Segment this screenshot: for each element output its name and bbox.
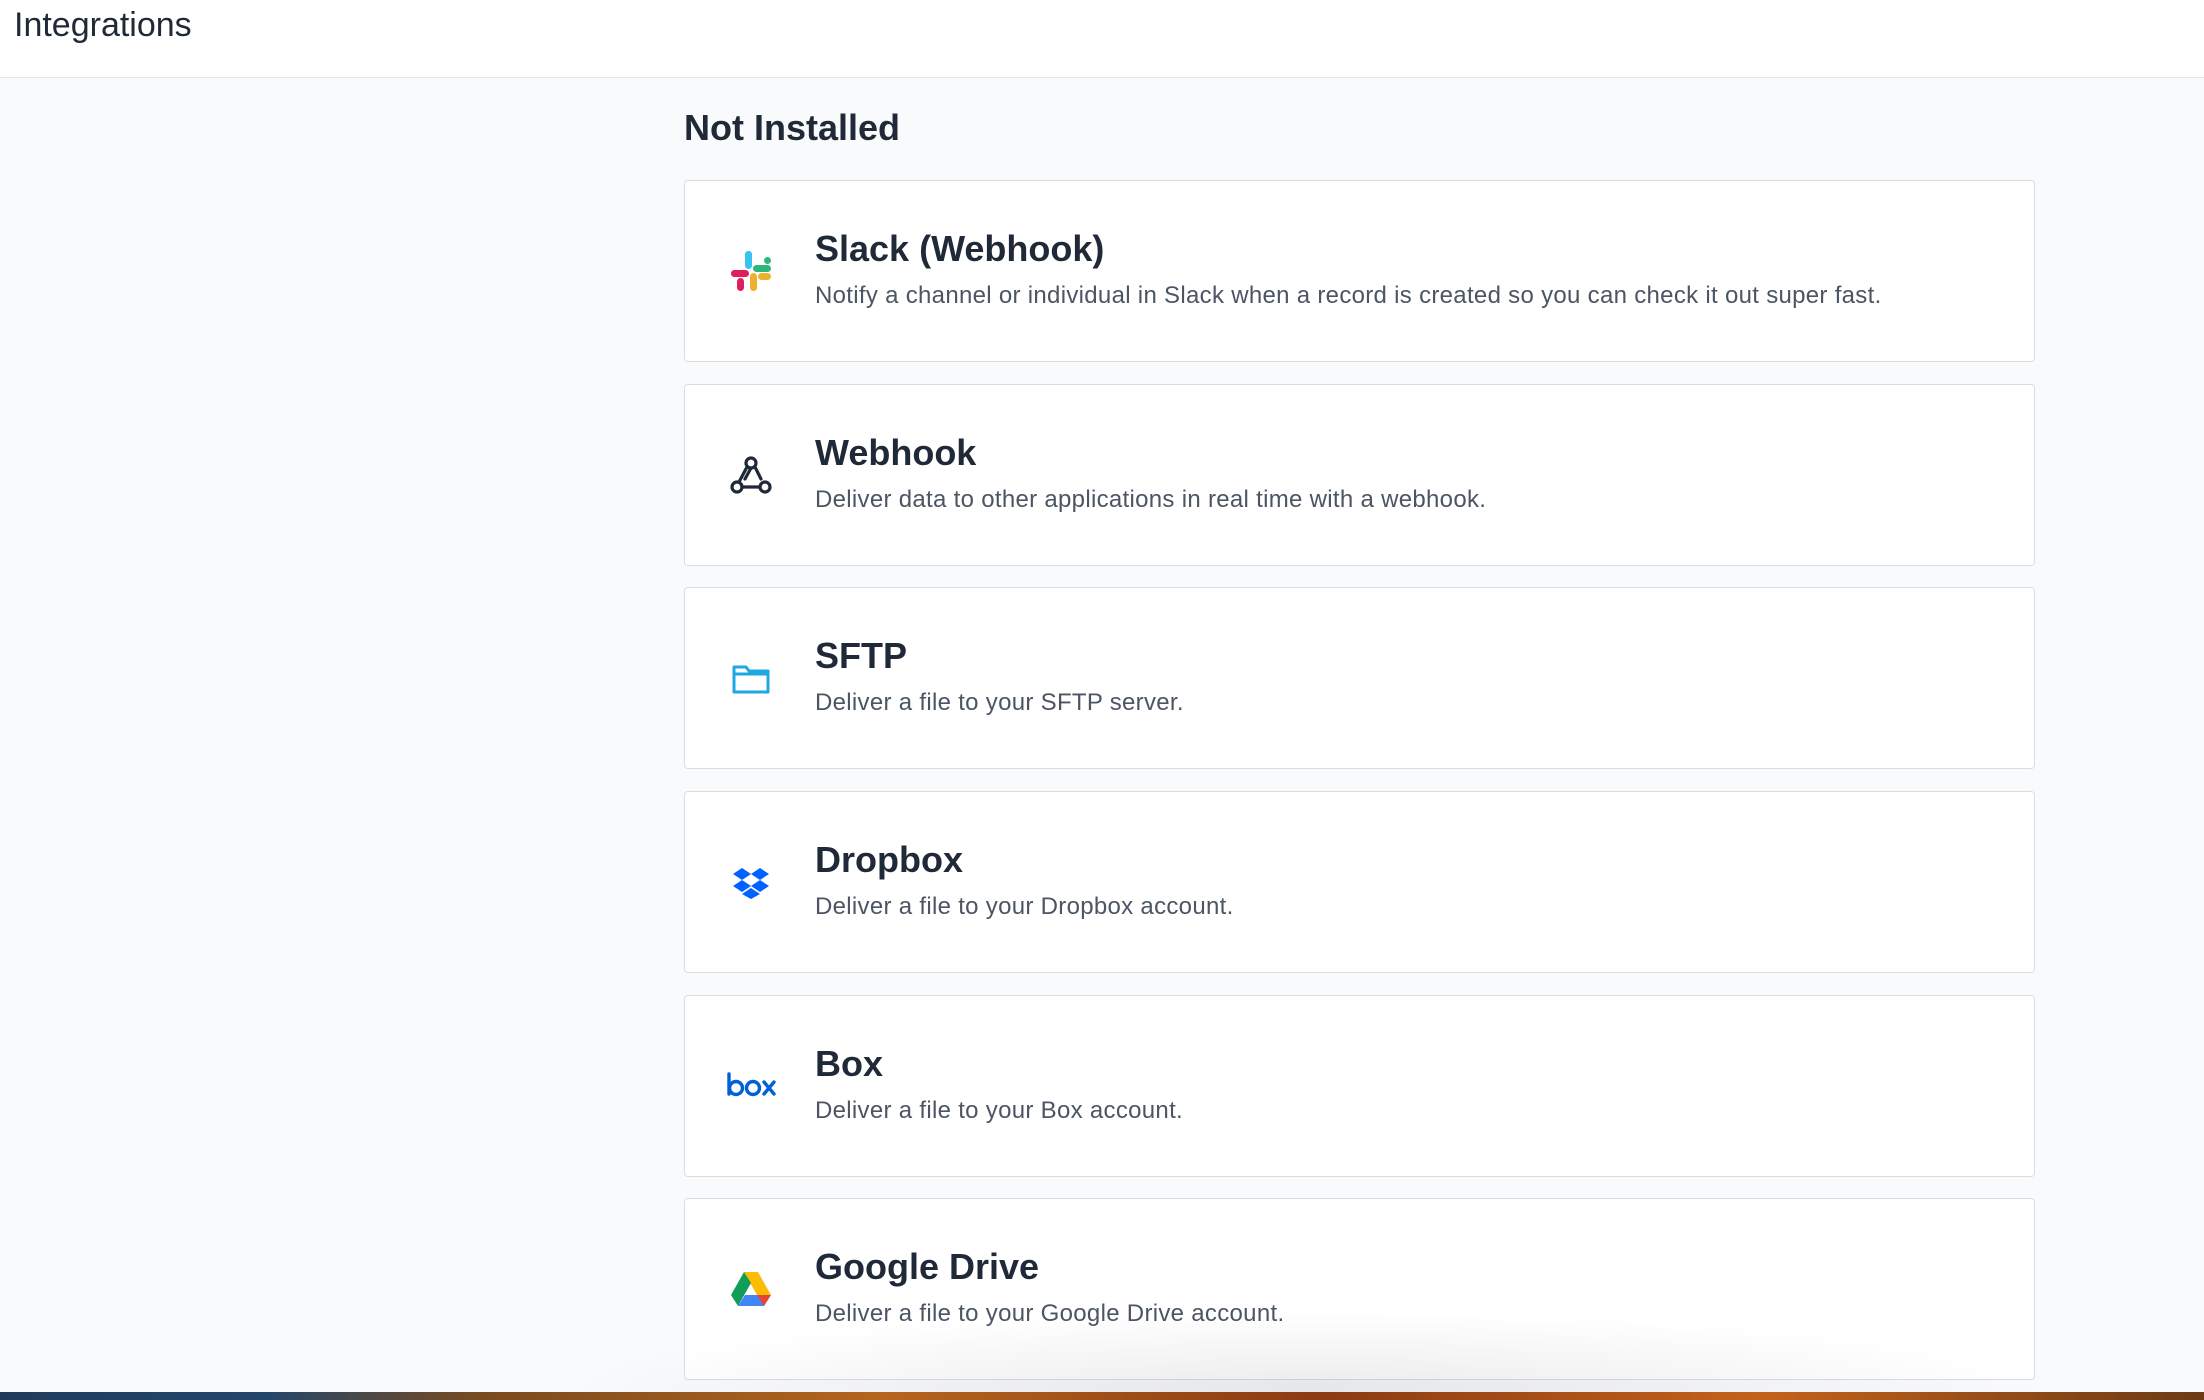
taskbar-strip (0, 1392, 2204, 1400)
integration-name: Webhook (815, 432, 977, 473)
folder-icon (725, 652, 777, 704)
integration-description: Deliver a file to your Box account. (815, 1097, 1184, 1124)
integration-card-slack[interactable]: Slack (Webhook) Notify a channel or indi… (684, 180, 2035, 362)
integration-description: Notify a channel or individual in Slack … (815, 282, 1882, 309)
integration-name: Dropbox (815, 839, 963, 880)
integration-card-box[interactable]: Box Deliver a file to your Box account. (684, 995, 2035, 1177)
integration-name: SFTP (815, 635, 908, 676)
integration-description: Deliver a file to your Dropbox account. (815, 893, 1234, 920)
integration-name: Box (815, 1043, 884, 1084)
dropbox-icon (725, 856, 777, 908)
integration-name: Slack (Webhook) (815, 228, 1105, 269)
page-title: Integrations (14, 6, 192, 44)
slack-icon (725, 245, 777, 297)
box-icon (725, 1060, 777, 1112)
google-drive-icon (725, 1263, 777, 1315)
integration-card-sftp[interactable]: SFTP Deliver a file to your SFTP server. (684, 587, 2035, 769)
integration-description: Deliver a file to your Google Drive acco… (815, 1300, 1285, 1327)
integration-name: Google Drive (815, 1246, 1040, 1287)
top-header: Integrations (0, 0, 2204, 78)
section-title-not-installed: Not Installed (684, 107, 901, 148)
webhook-icon (725, 449, 777, 501)
integration-card-google-drive[interactable]: Google Drive Deliver a file to your Goog… (684, 1198, 2035, 1380)
integration-card-webhook[interactable]: Webhook Deliver data to other applicatio… (684, 384, 2035, 566)
integration-description: Deliver data to other applications in re… (815, 486, 1487, 513)
integration-description: Deliver a file to your SFTP server. (815, 689, 1184, 716)
integration-card-dropbox[interactable]: Dropbox Deliver a file to your Dropbox a… (684, 791, 2035, 973)
